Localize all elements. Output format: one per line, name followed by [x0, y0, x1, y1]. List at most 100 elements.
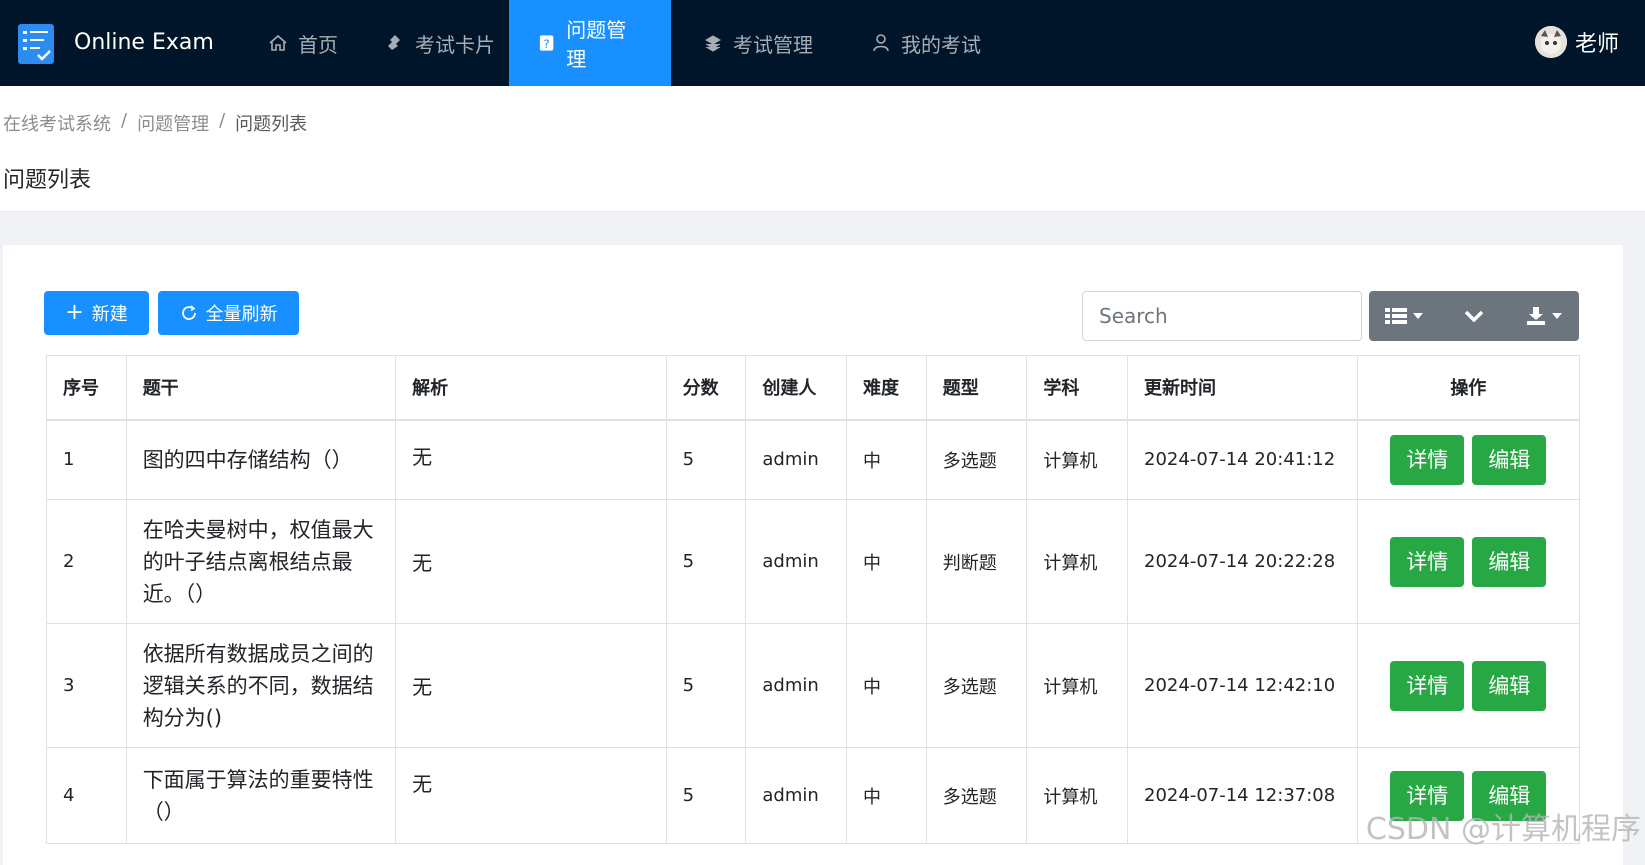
expand-toggle-button[interactable]	[1439, 291, 1509, 341]
nav-item-exam-management[interactable]: 考试管理	[675, 0, 841, 86]
column-header-updated[interactable]: 更新时间	[1128, 356, 1358, 420]
cell-actions: 详情编辑	[1357, 500, 1579, 624]
cell-updated: 2024-07-14 12:42:10	[1128, 624, 1358, 748]
page-title: 问题列表	[3, 162, 91, 194]
cell-analysis: 无	[396, 748, 667, 844]
column-header-difficulty[interactable]: 难度	[847, 356, 927, 420]
search-input[interactable]	[1082, 291, 1362, 341]
breadcrumb: 在线考试系统 / 问题管理 / 问题列表	[3, 110, 307, 136]
cell-difficulty: 中	[847, 420, 927, 500]
breadcrumb-item-system[interactable]: 在线考试系统	[3, 110, 111, 136]
cell-score: 5	[666, 748, 746, 844]
table-row: 4 下面属于算法的重要特性（） 无 5 admin 中 多选题 计算机 2024…	[47, 748, 1580, 844]
refresh-icon	[180, 304, 198, 322]
edit-button[interactable]: 编辑	[1472, 435, 1546, 485]
list-icon	[1385, 307, 1407, 325]
nav-label-exam-cards: 考试卡片	[415, 29, 495, 58]
top-navbar: Online Exam 首页 考试卡片 ? 问题管理 考试管理 我的考试 老师	[0, 0, 1645, 86]
breadcrumb-item-question-management[interactable]: 问题管理	[137, 110, 209, 136]
table-toolbar	[1369, 291, 1579, 341]
column-header-index[interactable]: 序号	[47, 356, 127, 420]
column-header-analysis[interactable]: 解析	[396, 356, 667, 420]
columns-toggle-button[interactable]	[1369, 291, 1439, 341]
new-button[interactable]: + 新建	[44, 291, 149, 335]
page-header: 在线考试系统 / 问题管理 / 问题列表 问题列表	[0, 86, 1645, 212]
column-header-type[interactable]: 题型	[926, 356, 1027, 420]
avatar[interactable]	[1535, 26, 1567, 58]
cell-updated: 2024-07-14 20:22:28	[1128, 500, 1358, 624]
home-icon	[268, 33, 288, 53]
download-icon	[1526, 306, 1546, 326]
app-logo-icon[interactable]	[18, 24, 54, 64]
new-button-label: 新建	[92, 300, 128, 326]
column-header-subject[interactable]: 学科	[1027, 356, 1128, 420]
table-row: 2 在哈夫曼树中，权值最大的叶子结点离根结点最近。（） 无 5 admin 中 …	[47, 500, 1580, 624]
refresh-all-button[interactable]: 全量刷新	[158, 291, 299, 335]
stack-icon	[703, 33, 723, 53]
cell-subject: 计算机	[1027, 500, 1128, 624]
caret-down-icon	[1552, 313, 1562, 319]
detail-button[interactable]: 详情	[1390, 537, 1464, 587]
caret-down-icon	[1413, 313, 1423, 319]
stamp-icon	[385, 33, 405, 53]
table-row: 1 图的四中存储结构（） 无 5 admin 中 多选题 计算机 2024-07…	[47, 420, 1580, 500]
user-menu[interactable]: 老师	[1535, 26, 1619, 58]
cell-subject: 计算机	[1027, 420, 1128, 500]
column-header-creator[interactable]: 创建人	[746, 356, 847, 420]
cell-index: 3	[47, 624, 127, 748]
cell-stem: 在哈夫曼树中，权值最大的叶子结点离根结点最近。（）	[126, 500, 395, 624]
column-header-actions: 操作	[1357, 356, 1579, 420]
cell-score: 5	[666, 500, 746, 624]
column-header-score[interactable]: 分数	[666, 356, 746, 420]
column-header-stem[interactable]: 题干	[126, 356, 395, 420]
nav-label-home: 首页	[298, 29, 338, 58]
nav-item-exam-cards[interactable]: 考试卡片	[357, 0, 523, 86]
cell-type: 多选题	[926, 420, 1027, 500]
cell-type: 多选题	[926, 748, 1027, 844]
chevron-down-icon	[1464, 310, 1484, 322]
cell-subject: 计算机	[1027, 624, 1128, 748]
export-button[interactable]	[1509, 291, 1579, 341]
breadcrumb-separator: /	[121, 110, 127, 136]
cell-creator: admin	[746, 500, 847, 624]
cell-actions: 详情编辑	[1357, 624, 1579, 748]
svg-text:?: ?	[544, 37, 550, 51]
cell-creator: admin	[746, 624, 847, 748]
cell-creator: admin	[746, 748, 847, 844]
cell-index: 4	[47, 748, 127, 844]
question-doc-icon: ?	[537, 33, 556, 53]
breadcrumb-separator: /	[219, 110, 225, 136]
cell-score: 5	[666, 420, 746, 500]
question-table: 序号 题干 解析 分数 创建人 难度 题型 学科 更新时间 操作 1 图的四中存…	[46, 355, 1580, 844]
cell-difficulty: 中	[847, 624, 927, 748]
detail-button[interactable]: 详情	[1390, 435, 1464, 485]
nav-item-question-management[interactable]: ? 问题管理	[509, 0, 671, 86]
user-name: 老师	[1575, 26, 1619, 58]
nav-item-home[interactable]: 首页	[240, 0, 366, 86]
cell-analysis: 无	[396, 420, 667, 500]
cell-stem: 下面属于算法的重要特性（）	[126, 748, 395, 844]
app-title[interactable]: Online Exam	[74, 30, 214, 55]
detail-button[interactable]: 详情	[1390, 661, 1464, 711]
nav-item-my-exams[interactable]: 我的考试	[843, 0, 1009, 86]
table-row: 3 依据所有数据成员之间的逻辑关系的不同，数据结构分为() 无 5 admin …	[47, 624, 1580, 748]
watermark: CSDN @计算机程序	[1366, 804, 1641, 848]
content-card: + 新建 全量刷新 序号 题干 解析 分数	[3, 245, 1623, 865]
edit-button[interactable]: 编辑	[1472, 537, 1546, 587]
user-icon	[871, 33, 891, 53]
cell-type: 多选题	[926, 624, 1027, 748]
nav-label-exam-management: 考试管理	[733, 29, 813, 58]
cell-stem: 图的四中存储结构（）	[126, 420, 395, 500]
cell-type: 判断题	[926, 500, 1027, 624]
cell-difficulty: 中	[847, 500, 927, 624]
cell-analysis: 无	[396, 500, 667, 624]
cell-index: 1	[47, 420, 127, 500]
cell-score: 5	[666, 624, 746, 748]
nav-label-question-management: 问题管理	[566, 14, 643, 72]
edit-button[interactable]: 编辑	[1472, 661, 1546, 711]
table-header-row: 序号 题干 解析 分数 创建人 难度 题型 学科 更新时间 操作	[47, 356, 1580, 420]
cell-updated: 2024-07-14 12:37:08	[1128, 748, 1358, 844]
cell-actions: 详情编辑	[1357, 420, 1579, 500]
cell-analysis: 无	[396, 624, 667, 748]
cell-creator: admin	[746, 420, 847, 500]
